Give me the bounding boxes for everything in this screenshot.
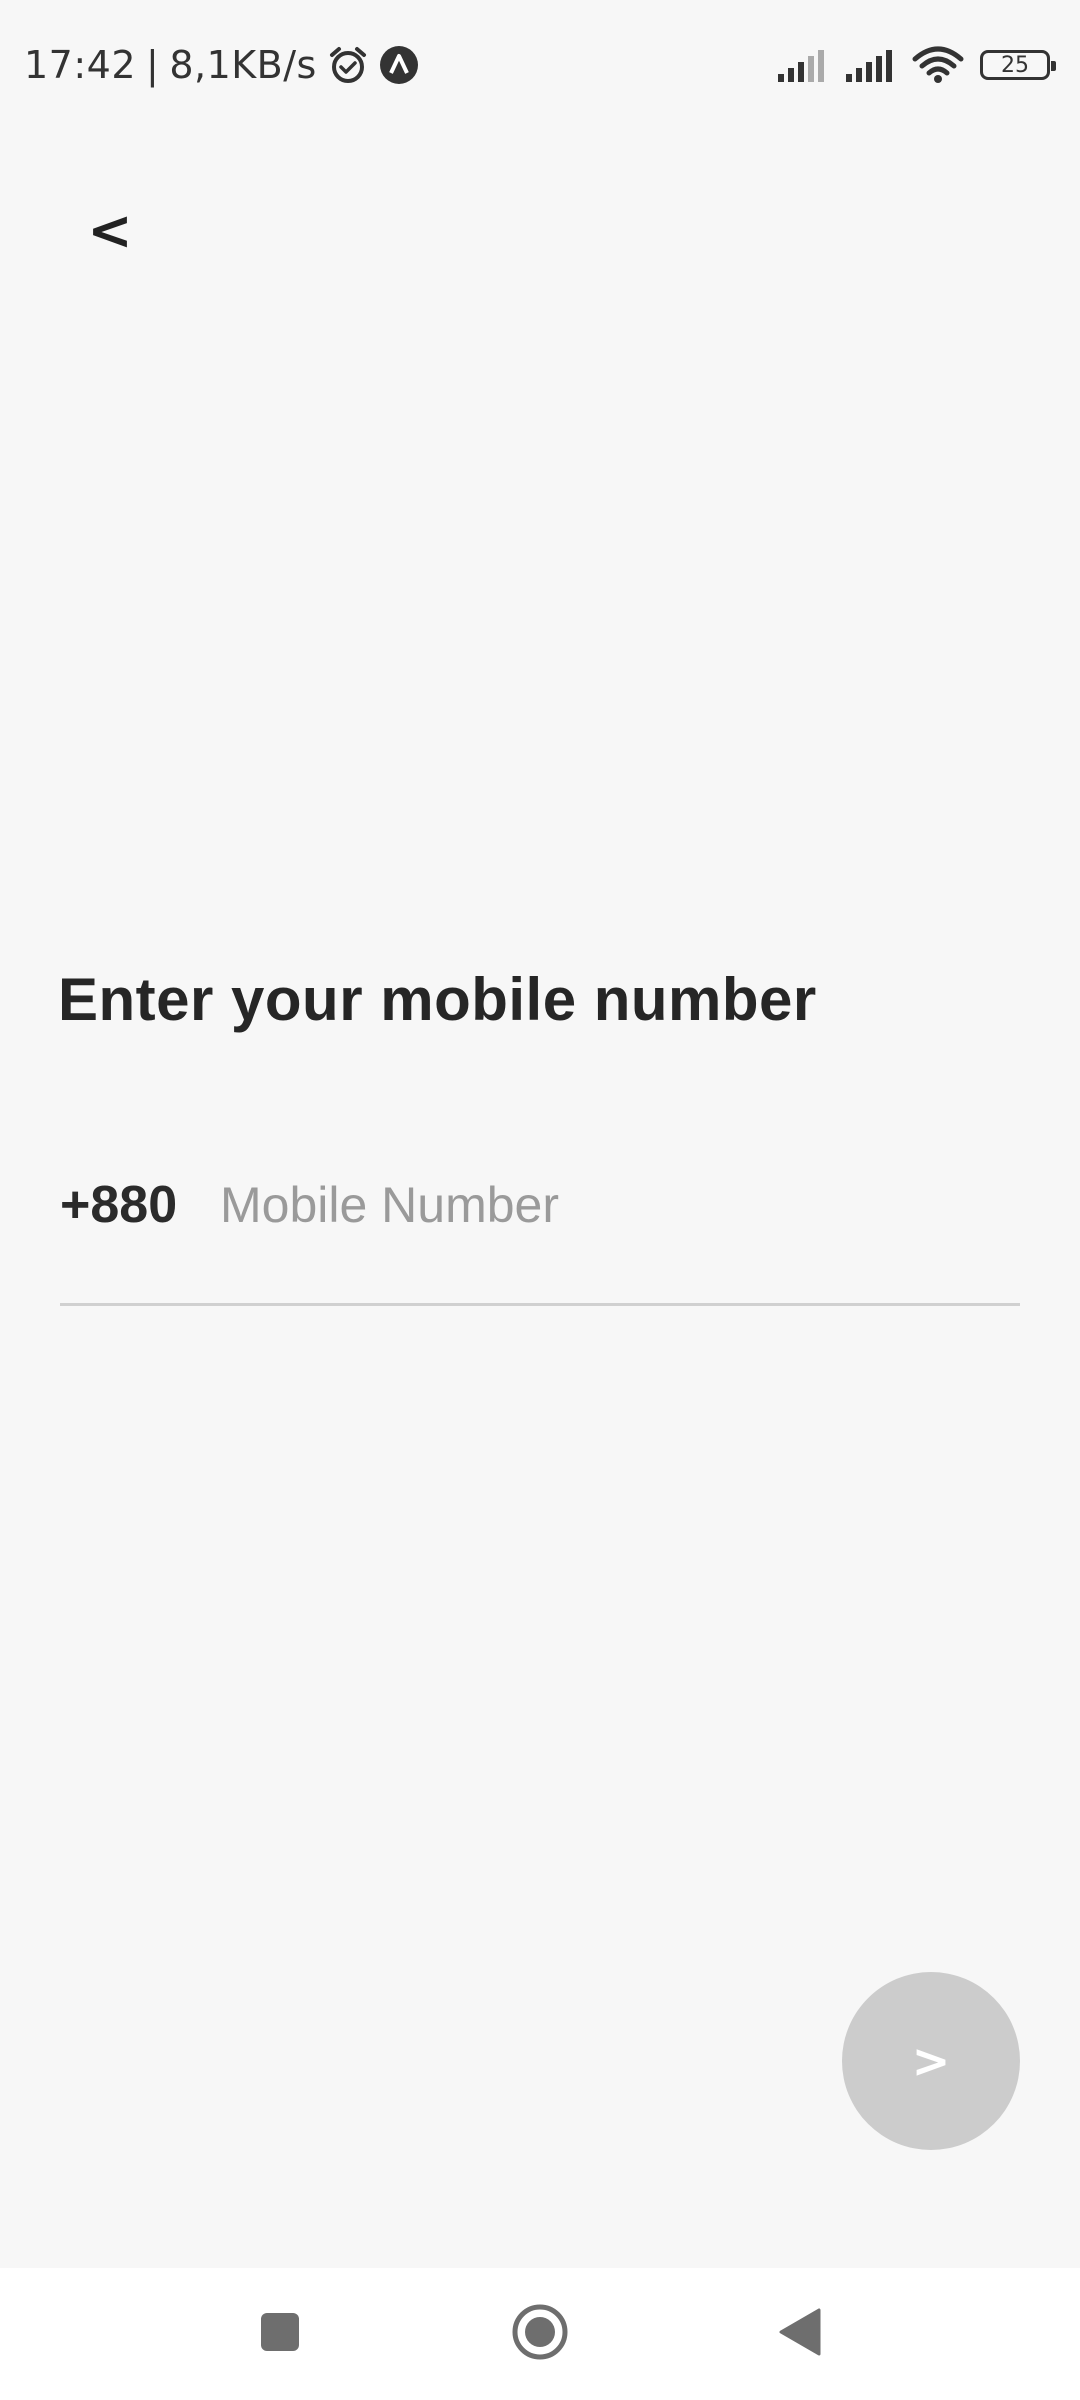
screen: 17:42 | 8,1KB/s 25 < Enter your mobile n… [0,0,1080,2400]
back-button-label: < [87,198,133,262]
status-time: 17:42 [24,43,137,87]
country-code: +880 [60,1176,178,1234]
back-icon [777,2307,823,2361]
status-net-speed: 8,1KB/s [169,43,317,87]
signal-sim1-icon [776,48,828,82]
page-title: Enter your mobile number [58,966,817,1033]
system-back-button[interactable] [734,2268,866,2400]
home-button[interactable] [474,2268,606,2400]
signal-sim2-icon [844,48,896,82]
app-notification-icon [379,45,419,85]
status-right: 25 [776,40,1056,90]
home-icon [511,2303,569,2365]
status-separator: | [146,43,160,87]
status-left: 17:42 | 8,1KB/s [24,40,419,90]
battery-level: 25 [1001,52,1029,78]
wifi-icon [912,45,964,85]
back-button[interactable]: < [70,190,150,270]
mobile-number-field: +880 [60,1165,1020,1306]
next-button[interactable]: > [842,1972,1020,2150]
battery-icon: 25 [980,50,1056,80]
alarm-icon [327,44,369,86]
field-underline [60,1303,1020,1306]
recents-button[interactable] [214,2268,346,2400]
recents-icon [258,2310,302,2358]
system-nav-bar [0,2268,1080,2400]
status-bar: 17:42 | 8,1KB/s 25 [0,0,1080,130]
next-button-label: > [911,2034,951,2088]
mobile-number-input[interactable] [220,1165,1000,1245]
